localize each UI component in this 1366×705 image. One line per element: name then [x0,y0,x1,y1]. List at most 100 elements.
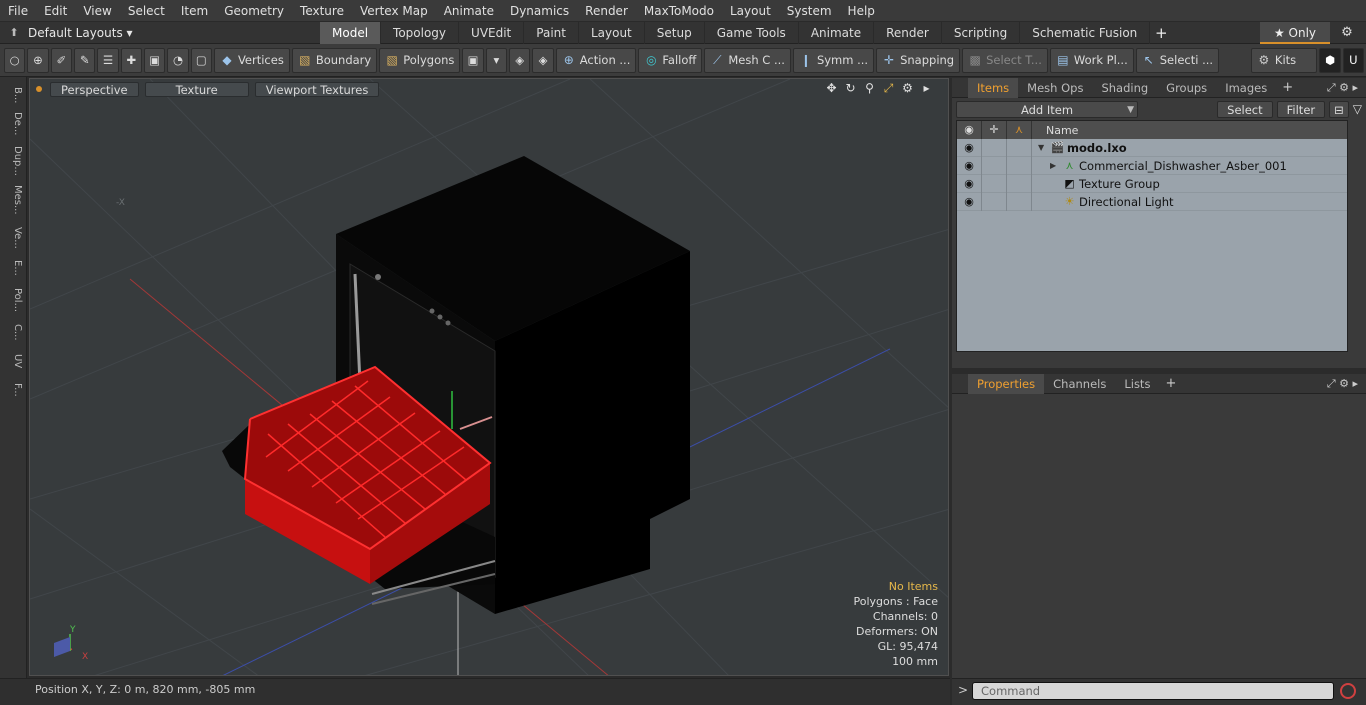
tab-animate[interactable]: Animate [799,21,875,44]
vtab-uv[interactable]: UV [3,351,23,371]
brush-icon[interactable]: ✎ [73,47,96,73]
tab-paint[interactable]: Paint [524,21,579,44]
eye-icon[interactable]: ◉ [957,192,982,211]
viewport-textures-button[interactable]: Viewport Textures [254,81,380,97]
funnel-icon[interactable]: ▽ [1353,102,1362,116]
tab-setup[interactable]: Setup [645,21,705,44]
menu-vertex-map[interactable]: Vertex Map [352,0,436,22]
lock-column-icon[interactable]: ✛ [982,121,1007,139]
filter-button[interactable]: Filter [1276,100,1326,118]
selection-button[interactable]: ↖ Selecti ... [1135,47,1220,73]
menu-texture[interactable]: Texture [292,0,352,22]
tab-shading[interactable]: Shading [1092,78,1157,98]
vtab-edge[interactable]: E... [3,257,23,279]
circle-select-icon[interactable]: ○ [4,47,26,73]
dishwasher-model[interactable] [222,156,690,614]
modo-logo-icon[interactable]: ⬢ [1319,47,1341,73]
menu-select[interactable]: Select [120,0,173,22]
tab-images[interactable]: Images [1216,78,1276,98]
tab-groups[interactable]: Groups [1157,78,1216,98]
select-through-button[interactable]: ▩ Select T... [962,47,1048,73]
vtab-basic[interactable]: B... [3,83,23,107]
vtab-fusion[interactable]: F... [3,377,23,403]
menu-item[interactable]: Item [173,0,216,22]
add-item-button[interactable]: Add Item ▼ [956,100,1138,118]
menu-help[interactable]: Help [840,0,883,22]
pen-icon[interactable]: ✐ [50,47,72,73]
tab-layout[interactable]: Layout [579,21,645,44]
tab-game-tools[interactable]: Game Tools [705,21,799,44]
items-scrollbar[interactable] [1354,140,1362,352]
select-button[interactable]: Select [1217,100,1273,118]
layout-home-icon[interactable]: ⬆ [0,26,28,39]
viewport-settings-icon[interactable]: ⚙ [898,81,917,96]
tree-row-scene[interactable]: ◉ ▼ 🎬 modo.lxo [957,138,1347,157]
snap-box-icon[interactable]: ▣ [143,47,166,73]
menu-dynamics[interactable]: Dynamics [502,0,577,22]
gear-icon[interactable]: ⚙ [1336,22,1358,44]
tree-row-light[interactable]: ◉ ☀ Directional Light [957,192,1347,211]
viewport-menu-dot[interactable] [36,86,42,92]
align-icon[interactable]: ☰ [97,47,119,73]
only-toggle[interactable]: ★ Only [1260,22,1330,44]
shield-alt-icon[interactable]: ◈ [532,47,554,73]
collapse-icon[interactable]: ⊟ [1329,100,1349,118]
zoom-icon[interactable]: ⚲ [860,81,879,96]
tab-items[interactable]: Items [968,77,1019,98]
name-column-header[interactable]: Name [1032,124,1078,137]
boundary-button[interactable]: ▧ Boundary [291,47,378,73]
eye-icon[interactable]: ◉ [957,156,982,175]
properties-panel-expand-icon[interactable]: ⤢ ⚙ ▸ [1327,377,1358,391]
vtab-curve[interactable]: C... [3,321,23,343]
vtab-mesh-edit[interactable]: Mes... [3,183,23,217]
menu-geometry[interactable]: Geometry [216,0,292,22]
tree-row-texture-group[interactable]: ◉ ◩ Texture Group [957,174,1347,193]
tab-scripting[interactable]: Scripting [942,21,1021,44]
visibility-column-icon[interactable]: ◉ [957,121,982,139]
tab-uvedit[interactable]: UVEdit [459,21,525,44]
tab-render[interactable]: Render [874,21,942,44]
symmetry-button[interactable]: ❙ Symm ... [792,47,875,73]
mesh-constraint-button[interactable]: ⟋ Mesh C ... [704,47,791,73]
tab-lists[interactable]: Lists [1115,374,1159,394]
items-add-tab-button[interactable]: + [1276,80,1299,95]
record-macro-icon[interactable] [1340,683,1356,699]
vtab-duplicate[interactable]: Dup... [3,145,23,177]
locator-column-icon[interactable]: ⋏ [1007,121,1032,139]
command-input[interactable]: Command [972,682,1334,700]
menu-file[interactable]: File [0,0,36,22]
menu-layout[interactable]: Layout [722,0,779,22]
snapping-button[interactable]: ✛ Snapping [876,47,961,73]
vtab-deform[interactable]: De... [3,111,23,137]
rotate-icon[interactable]: ◔ [167,47,189,73]
tab-schematic-fusion[interactable]: Schematic Fusion [1020,21,1151,44]
menu-view[interactable]: View [75,0,119,22]
falloff-button[interactable]: ◎ Falloff [638,47,703,73]
kits-button[interactable]: ⚙ Kits [1250,47,1318,73]
tab-channels[interactable]: Channels [1044,374,1115,394]
vertices-button[interactable]: ◆ Vertices [213,47,290,73]
shield-icon[interactable]: ◈ [509,47,531,73]
polygons-button[interactable]: ▧ Polygons [379,47,461,73]
pan-icon[interactable]: ✥ [822,81,841,96]
menu-edit[interactable]: Edit [36,0,75,22]
work-plane-button[interactable]: ▤ Work Pl... [1049,47,1134,73]
menu-system[interactable]: System [779,0,840,22]
dropdown-icon[interactable]: ▾ [485,47,508,73]
maximize-icon[interactable]: ⤢ [879,81,898,96]
globe-icon[interactable]: ⊕ [27,47,49,73]
vtab-vertex[interactable]: Ve... [3,225,23,251]
add-tab-button[interactable]: + [1150,22,1172,44]
shading-mode-button[interactable]: Texture [144,81,249,97]
center-icon[interactable]: ✚ [120,47,142,73]
action-button[interactable]: ⊕ Action ... [555,47,637,73]
cube-icon[interactable]: ▢ [190,47,212,73]
vtab-polygon[interactable]: Pol... [3,285,23,315]
eye-icon[interactable]: ◉ [957,174,982,193]
material-icon[interactable]: ▣ [462,47,484,73]
menu-maxtomodo[interactable]: MaxToModo [636,0,722,22]
tree-row-mesh[interactable]: ◉ ▶ ⋏ Commercial_Dishwasher_Asber_001 [957,156,1347,175]
layout-selector[interactable]: Default Layouts ▾ [28,26,320,40]
menu-render[interactable]: Render [577,0,636,22]
expand-arrow-icon[interactable]: ▼ [1038,143,1050,152]
